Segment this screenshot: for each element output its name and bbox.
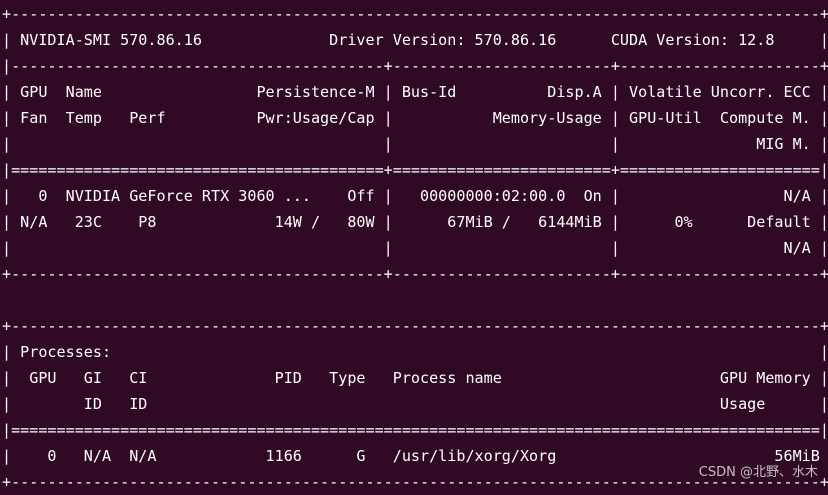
terminal-line: +---------------------------------------… [2, 265, 828, 283]
terminal-line: | GPU GI CI PID Type Process name GPU Me… [2, 369, 828, 387]
terminal-output[interactable]: +---------------------------------------… [0, 0, 828, 491]
terminal-line: | GPU Name Persistence-M | Bus-Id Disp.A… [2, 83, 828, 101]
terminal-line: | 0 NVIDIA GeForce RTX 3060 ... Off | 00… [2, 187, 828, 205]
terminal-line: | | | MIG M. | [2, 135, 828, 153]
terminal-line: | NVIDIA-SMI 570.86.16 Driver Version: 5… [2, 31, 828, 49]
terminal-line: | ID ID Usage | [2, 395, 828, 413]
terminal-line: | Processes: | [2, 343, 828, 361]
terminal-line: |=======================================… [2, 161, 828, 179]
watermark: CSDN @北野、水木 [698, 465, 818, 480]
terminal-line: +---------------------------------------… [2, 5, 828, 23]
terminal-line: |=======================================… [2, 421, 828, 439]
terminal-line: +---------------------------------------… [2, 317, 828, 335]
terminal-line: | N/A 23C P8 14W / 80W | 67MiB / 6144MiB… [2, 213, 828, 231]
terminal-line: | | | N/A | [2, 239, 828, 257]
terminal-line: |---------------------------------------… [2, 57, 828, 75]
terminal-line: | Fan Temp Perf Pwr:Usage/Cap | Memory-U… [2, 109, 828, 127]
